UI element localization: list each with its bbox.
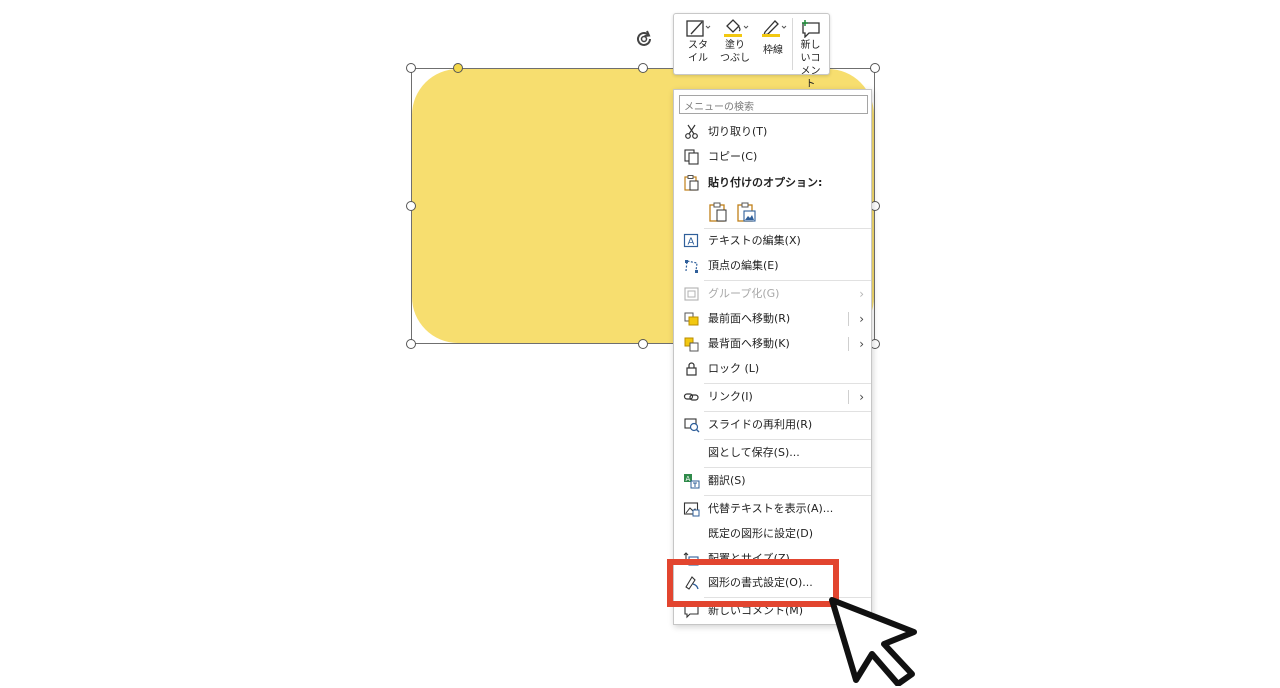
menu-item-lock[interactable]: ロック (L) — [674, 357, 871, 381]
submenu-separator — [848, 337, 849, 351]
menu-item-label: 代替テキストを表示(A)... — [708, 502, 834, 515]
toolbar-divider — [792, 18, 793, 70]
menu-item-label: 図として保存(S)... — [708, 446, 800, 459]
menu-item-label: 頂点の編集(E) — [708, 259, 779, 272]
menu-item-translate[interactable]: A 翻訳(S) — [674, 469, 871, 493]
svg-text:A: A — [686, 475, 691, 483]
corner-adjust-handle[interactable] — [453, 63, 463, 73]
menu-item-copy[interactable]: コピー(C) — [674, 145, 871, 169]
mouse-pointer-icon — [829, 597, 917, 686]
highlight-box — [667, 559, 839, 607]
mini-toolbar: スタイル 塗りつぶし 枠線 新しいコメント — [673, 13, 830, 90]
menu-item-edit-text[interactable]: A テキストの編集(X) — [674, 229, 871, 253]
menu-item-label: ロック (L) — [708, 362, 760, 375]
group-icon — [684, 287, 699, 301]
outline-button[interactable]: 枠線 — [756, 18, 790, 70]
menu-item-set-default-shape[interactable]: 既定の図形に設定(D) — [674, 522, 871, 546]
submenu-arrow-icon[interactable]: › — [859, 307, 864, 331]
submenu-arrow-icon[interactable]: › — [859, 385, 864, 409]
paste-as-picture-icon[interactable] — [735, 201, 757, 223]
menu-item-bring-to-front[interactable]: 最前面へ移動(R) › — [674, 307, 871, 331]
edit-points-icon — [685, 260, 698, 273]
menu-item-cut[interactable]: 切り取り(T) — [674, 120, 871, 144]
menu-item-reuse-slides[interactable]: スライドの再利用(R) — [674, 413, 871, 437]
menu-item-paste-options: 貼り付けのオプション: — [674, 171, 871, 195]
menu-item-label: 既定の図形に設定(D) — [708, 527, 814, 540]
resize-handle-top-right[interactable] — [870, 63, 880, 73]
menu-item-alt-text[interactable]: 代替テキストを表示(A)... — [674, 497, 871, 521]
menu-item-label: テキストの編集(X) — [708, 234, 801, 247]
shape-style-icon — [686, 20, 711, 37]
menu-item-save-as-picture[interactable]: 図として保存(S)... — [674, 441, 871, 465]
menu-item-label: グループ化(G) — [708, 287, 780, 300]
menu-item-send-to-back[interactable]: 最背面へ移動(K) › — [674, 332, 871, 356]
menu-divider — [704, 411, 871, 412]
link-icon — [683, 393, 699, 401]
resize-handle-bottom[interactable] — [638, 339, 648, 349]
menu-divider — [704, 467, 871, 468]
menu-item-label: 最前面へ移動(R) — [708, 312, 791, 325]
menu-divider — [704, 439, 871, 440]
pen-outline-icon — [762, 20, 787, 37]
svg-text:A: A — [688, 237, 695, 248]
paint-bucket-icon — [724, 19, 749, 37]
menu-item-label: 翻訳(S) — [708, 474, 746, 487]
submenu-arrow-icon: › — [859, 287, 864, 301]
resize-handle-top-left[interactable] — [406, 63, 416, 73]
menu-item-edit-points[interactable]: 頂点の編集(E) — [674, 254, 871, 278]
copy-icon — [684, 149, 699, 165]
menu-item-label: スライドの再利用(R) — [708, 418, 813, 431]
menu-item-label: リンク(I) — [708, 390, 753, 403]
bring-to-front-icon — [684, 312, 699, 326]
send-to-back-icon — [684, 337, 699, 352]
context-menu: メニューの検索 切り取り(T) コピー(C) 貼り付けのオプション: A テキス… — [673, 89, 872, 625]
new-comment-label: 新しいコメント — [800, 40, 821, 90]
new-comment-icon — [801, 20, 820, 38]
submenu-separator — [848, 312, 849, 326]
paste-keep-source-icon[interactable] — [707, 201, 729, 223]
resize-handle-left[interactable] — [406, 201, 416, 211]
fill-label: 塗りつぶし — [720, 40, 750, 64]
menu-item-label: 貼り付けのオプション: — [708, 176, 823, 189]
menu-item-label: 切り取り(T) — [708, 125, 768, 138]
menu-item-group: グループ化(G) › — [674, 282, 871, 306]
resize-handle-top[interactable] — [638, 63, 648, 73]
menu-item-label: コピー(C) — [708, 150, 758, 163]
style-label: スタイル — [688, 40, 708, 64]
translate-icon: A — [684, 474, 700, 489]
menu-search-input[interactable]: メニューの検索 — [679, 95, 868, 114]
menu-item-label: 最背面へ移動(K) — [708, 337, 790, 350]
new-comment-button[interactable]: 新しいコメント — [794, 18, 827, 90]
rotate-handle-icon[interactable] — [633, 28, 655, 50]
edit-text-icon: A — [683, 233, 699, 248]
menu-item-link[interactable]: リンク(I) › — [674, 385, 871, 409]
outline-label: 枠線 — [763, 45, 783, 56]
lock-icon — [686, 362, 697, 376]
menu-divider — [704, 383, 871, 384]
menu-divider — [704, 280, 871, 281]
resize-handle-bottom-left[interactable] — [406, 339, 416, 349]
submenu-separator — [848, 390, 849, 404]
submenu-arrow-icon[interactable]: › — [859, 332, 864, 356]
menu-divider — [704, 495, 871, 496]
style-button[interactable]: スタイル — [680, 18, 716, 70]
alt-text-icon — [683, 502, 700, 517]
paste-icon — [684, 175, 699, 191]
fill-button[interactable]: 塗りつぶし — [716, 18, 754, 70]
scissors-icon — [685, 124, 698, 139]
reuse-slides-icon — [684, 418, 700, 433]
